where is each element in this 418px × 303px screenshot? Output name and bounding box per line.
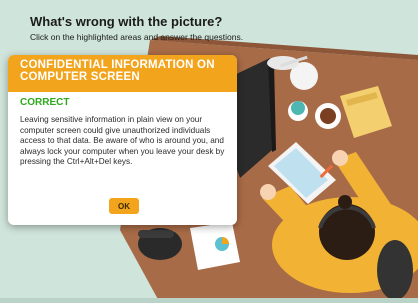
- dialog-title-line-1: CONFIDENTIAL INFORMATION ON: [20, 59, 215, 71]
- ok-button[interactable]: OK: [109, 198, 139, 214]
- person-hair-bun: [338, 195, 352, 209]
- desk-lamp-head: [267, 56, 299, 70]
- coffee-cup: [320, 108, 336, 124]
- paper-stack: [190, 222, 240, 270]
- person-hand-right: [332, 150, 348, 166]
- phone-handset: [138, 230, 174, 238]
- dialog-message: Leaving sensitive information in plain v…: [20, 115, 225, 167]
- plant-leaves: [291, 101, 305, 115]
- quiz-header: What's wrong with the picture? Click on …: [30, 14, 243, 42]
- answer-status-label: CORRECT: [20, 97, 70, 108]
- dialog-header: CONFIDENTIAL INFORMATION ON COMPUTER SCR…: [8, 55, 237, 92]
- page-title: What's wrong with the picture?: [30, 14, 223, 29]
- person-head: [319, 204, 375, 260]
- dialog-title-line-2: COMPUTER SCREEN: [20, 71, 140, 83]
- bottom-divider: [0, 298, 418, 303]
- quiz-stage: What's wrong with the picture? Click on …: [0, 0, 418, 303]
- feedback-dialog: CONFIDENTIAL INFORMATION ON COMPUTER SCR…: [8, 55, 237, 225]
- person-hand-left: [260, 184, 276, 200]
- page-instructions: Click on the highlighted areas and answe…: [30, 32, 244, 42]
- office-chair: [377, 240, 413, 300]
